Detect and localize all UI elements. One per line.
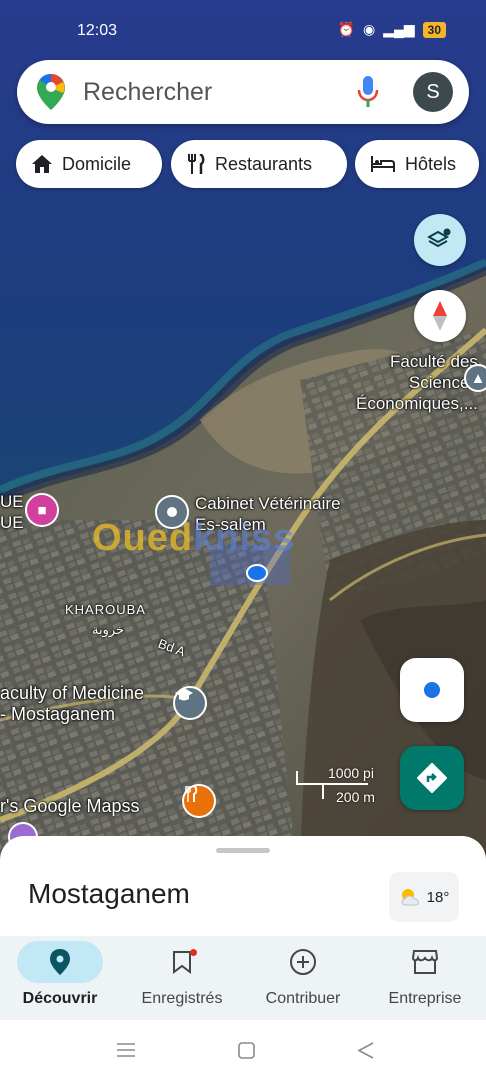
current-location-dot <box>246 564 268 582</box>
my-location-icon <box>424 682 440 698</box>
drag-handle[interactable] <box>216 848 270 853</box>
location-status-icon: ◉ <box>362 21 376 37</box>
system-nav-bar <box>0 1020 486 1080</box>
restaurant-pin-icon[interactable] <box>182 784 216 818</box>
battery-icon: 30 <box>422 21 446 38</box>
explore-pin-icon <box>50 949 70 975</box>
partly-cloudy-icon <box>401 889 419 906</box>
chip-restaurants-label: Restaurants <box>215 153 313 174</box>
notification-dot <box>190 949 197 956</box>
status-icons: ⏰ ◉ ▂▄▆ 30 <box>338 21 446 38</box>
university-pin-icon[interactable]: ▲ <box>464 364 486 392</box>
nav-business-label: Entreprise <box>388 990 462 1007</box>
nav-explore-pill <box>17 941 103 983</box>
place-label-left-edge-text: UE UE <box>0 492 24 532</box>
place-label-faculte-text: Faculté des Sciences Économiques,... <box>356 352 478 413</box>
chip-hotels[interactable]: Hôtels <box>355 140 479 188</box>
graduation-cap-icon <box>175 688 193 701</box>
watermark: Ouedkniss <box>92 517 295 560</box>
avatar[interactable]: S <box>413 72 453 112</box>
chip-home[interactable]: Domicile <box>16 140 162 188</box>
compass-icon <box>433 301 447 331</box>
place-label-faculty-medicine[interactable]: aculty of Medicine - Mostaganem <box>0 683 144 725</box>
nav-saved-label: Enregistrés <box>141 990 223 1007</box>
chip-home-label: Domicile <box>62 153 132 174</box>
home-square-icon[interactable] <box>238 1042 255 1059</box>
fork-knife-icon <box>185 786 198 802</box>
scale-metric: 200 m <box>336 789 375 805</box>
layers-icon <box>427 228 451 248</box>
temperature: 18° <box>426 888 450 906</box>
nav-explore-label: Découvrir <box>22 990 98 1007</box>
google-label: r's Google Mapss <box>0 796 140 816</box>
search-bar[interactable]: S <box>17 60 469 124</box>
alarm-icon: ⏰ <box>337 21 355 37</box>
status-time: 12:03 <box>77 22 118 39</box>
place-label-faculte[interactable]: Faculté des Sciences Économiques,... <box>356 351 478 414</box>
place-label-faculty-medicine-text: aculty of Medicine - Mostaganem <box>0 683 145 724</box>
pin-dot <box>167 507 177 517</box>
directions-button[interactable] <box>400 746 464 810</box>
home-icon <box>32 155 52 173</box>
back-icon[interactable] <box>357 1042 375 1059</box>
weather-chip[interactable]: 18° <box>389 872 459 922</box>
directions-icon <box>417 763 447 793</box>
district-label-arabic: خروبة <box>92 622 125 637</box>
watermark-part2: kniss <box>193 517 296 559</box>
layers-button[interactable] <box>414 214 466 266</box>
mic-icon[interactable] <box>357 76 379 113</box>
nav-contribute-pill <box>260 941 346 983</box>
chip-restaurants[interactable]: Restaurants <box>171 140 347 188</box>
hotel-icon <box>371 156 395 172</box>
nav-business-pill <box>382 941 468 983</box>
storefront-icon <box>411 950 439 974</box>
nav-saved-pill <box>139 941 225 983</box>
district-label: KHAROUBA <box>65 602 146 617</box>
search-input[interactable] <box>83 74 343 110</box>
add-circle-icon <box>290 949 316 975</box>
hotel-pin-icon[interactable]: ■ <box>25 493 59 527</box>
google-maps-logo-icon <box>37 74 65 115</box>
restaurant-icon <box>188 154 205 174</box>
bottom-nav: Découvrir Enregistrés Contribuer Entrepr… <box>0 936 486 1020</box>
chip-hotels-label: Hôtels <box>405 153 457 174</box>
compass-button[interactable] <box>414 290 466 342</box>
scale-imperial: 1000 pi <box>328 765 374 781</box>
menu-icon[interactable] <box>117 1042 135 1058</box>
school-pin-icon[interactable] <box>173 686 207 720</box>
bookmark-icon <box>173 951 191 974</box>
bottom-sheet[interactable]: Mostaganem 18° <box>0 836 486 936</box>
location-title: Mostaganem <box>28 878 190 909</box>
nav-contribute-label: Contribuer <box>265 990 341 1007</box>
my-location-button[interactable] <box>400 658 464 722</box>
watermark-part1: Oued <box>92 517 194 559</box>
signal-icon: ▂▄▆ <box>383 21 415 37</box>
place-label-left-edge: UE UE <box>0 491 24 533</box>
